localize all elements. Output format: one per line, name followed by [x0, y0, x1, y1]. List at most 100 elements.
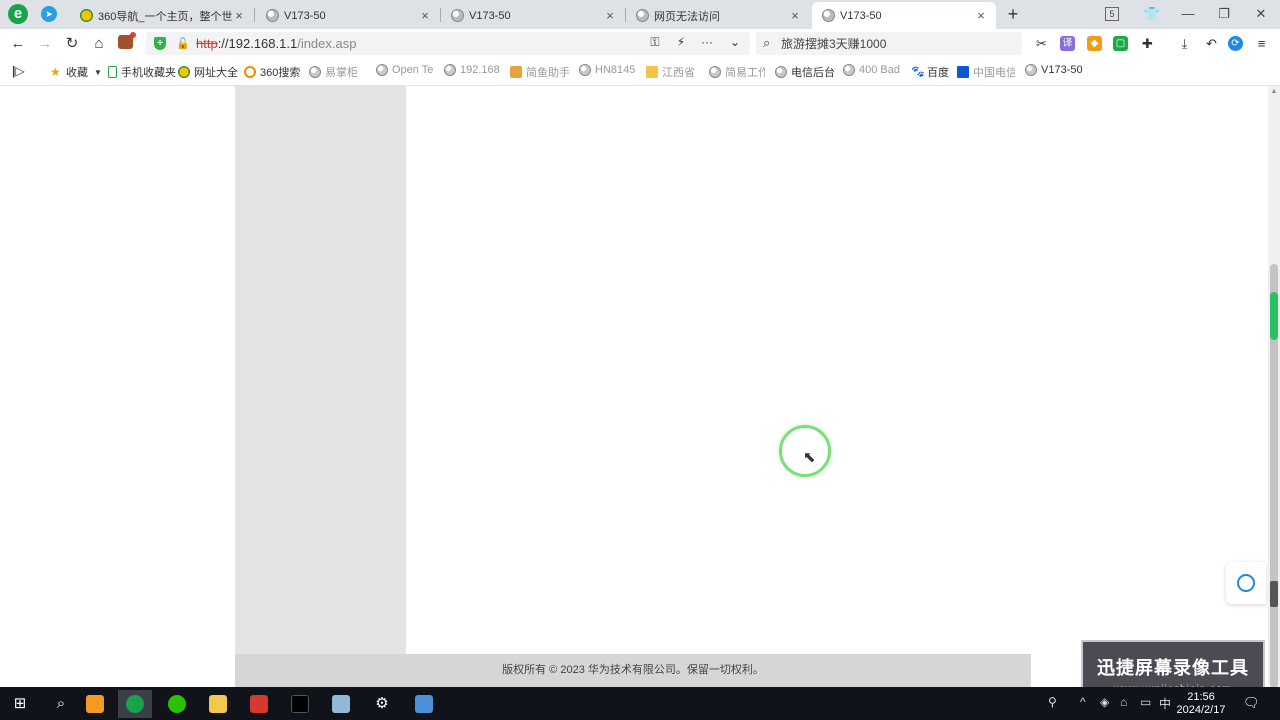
- tray-chevron-icon[interactable]: ^: [1080, 695, 1086, 709]
- forward-button[interactable]: →: [34, 33, 56, 55]
- bookmark-chinatelecom[interactable]: 中国电信: [957, 64, 1015, 80]
- new-tab-button[interactable]: +: [1003, 3, 1023, 25]
- search-icon[interactable]: ⌕: [44, 690, 78, 718]
- puzzle-icon[interactable]: ✚: [1140, 36, 1155, 51]
- reload-button[interactable]: ↻: [61, 33, 83, 55]
- minimize-button[interactable]: —: [1177, 4, 1199, 24]
- volume-icon[interactable]: ▭: [1140, 695, 1151, 709]
- bookmark-yizhanggui[interactable]: 易掌柜: [309, 64, 367, 80]
- tab-close-icon[interactable]: ×: [788, 8, 802, 23]
- remote-desktop-icon[interactable]: [407, 690, 441, 718]
- tab-v173-1[interactable]: V173-50 ×: [256, 2, 440, 29]
- tab-v173-active[interactable]: V173-50 ×: [812, 2, 996, 29]
- bookmark-jianyu[interactable]: 简鱼助手: [510, 64, 570, 80]
- bookmark-400bad[interactable]: 400 Bad: [843, 64, 901, 76]
- paw-icon: 🐾: [911, 66, 925, 78]
- wps-icon[interactable]: [242, 690, 276, 718]
- globe-icon: [266, 9, 279, 22]
- star-icon: ★: [50, 65, 61, 79]
- file-explorer-icon[interactable]: [201, 690, 235, 718]
- tab-360nav[interactable]: 360导航_一个主页，整个世界 ×: [70, 2, 254, 29]
- browser-logo-icon[interactable]: e: [8, 4, 28, 24]
- menu-icon[interactable]: ≡: [1254, 36, 1269, 51]
- app-orange-icon[interactable]: [78, 690, 112, 718]
- scroll-up-icon[interactable]: ▲: [1268, 88, 1280, 95]
- bookmark-hn8145[interactable]: HN8145: [579, 64, 635, 76]
- globe-icon: [636, 9, 649, 22]
- bookmark-label: 简鱼助手: [526, 67, 570, 79]
- bookmark-v173[interactable]: V173-50: [1025, 64, 1083, 76]
- mouse-cursor-icon: ⬉: [803, 449, 816, 466]
- start-button[interactable]: ⊞: [3, 690, 37, 718]
- shield-tray-icon[interactable]: ◈: [1100, 695, 1109, 709]
- translate-extension-icon[interactable]: 译: [1060, 36, 1075, 51]
- bookmark-360search[interactable]: 360搜索: [244, 64, 300, 80]
- bookmark-label: 百度: [927, 67, 949, 79]
- watermark-title: 迅捷屏幕录像工具: [1097, 658, 1249, 678]
- shield-icon[interactable]: +: [154, 37, 166, 50]
- bookmark-telecom-admin[interactable]: 电信后台: [775, 64, 835, 80]
- search-input[interactable]: [781, 35, 1011, 52]
- globe-icon: [843, 64, 855, 76]
- download-icon[interactable]: ⤓: [1177, 36, 1192, 51]
- globe-icon: [444, 64, 456, 76]
- bookmark-nav[interactable]: 网址大全: [178, 64, 238, 80]
- tab-close-icon[interactable]: ×: [418, 8, 432, 23]
- nav360-icon: [80, 9, 93, 22]
- close-window-button[interactable]: ✕: [1250, 4, 1272, 24]
- bookmark-favorites[interactable]: ★ 收藏 ▼: [50, 64, 102, 80]
- network-icon[interactable]: ⌂: [1120, 695, 1127, 709]
- game-extension-icon[interactable]: ◆: [1087, 36, 1102, 51]
- url-text[interactable]: http://192.168.1.1/index.asp: [196, 36, 356, 51]
- taskbar-clock[interactable]: 21:56 2024/2/17: [1176, 691, 1226, 717]
- bookmark-jianyi[interactable]: 简易工作: [709, 64, 765, 80]
- folder-icon: [646, 66, 658, 78]
- browser-taskbar-icon[interactable]: [118, 690, 152, 718]
- back-button[interactable]: ←: [7, 33, 29, 55]
- bookmark-open[interactable]: Open Te: [376, 64, 434, 76]
- person-icon[interactable]: ⚲: [1048, 695, 1057, 709]
- search360-icon: [244, 66, 256, 78]
- more-icon[interactable]: ···: [698, 35, 716, 49]
- bookmark-label: 简易工作: [725, 67, 765, 79]
- skin-icon[interactable]: 👕: [1141, 4, 1163, 24]
- ime-indicator[interactable]: 中: [1159, 695, 1171, 712]
- maximize-button[interactable]: ❐: [1213, 4, 1235, 24]
- settings-gear-icon[interactable]: ⚙: [365, 690, 399, 718]
- floating-assistant-button[interactable]: [1226, 562, 1266, 604]
- telnet-icon[interactable]: [283, 690, 317, 718]
- tab-page-unreachable[interactable]: 网页无法访问 ×: [626, 2, 810, 29]
- bookmark-mobile[interactable]: 手机收藏夹: [108, 64, 176, 80]
- search-box[interactable]: ⌕: [756, 32, 1022, 55]
- key-icon[interactable]: ⚿: [646, 35, 664, 50]
- tab-close-icon[interactable]: ×: [603, 8, 617, 23]
- bookmark-192168[interactable]: 192.168: [444, 64, 500, 76]
- address-bar[interactable]: + 🔓 http://192.168.1.1/index.asp ⚿ ⚡ ···…: [146, 32, 750, 55]
- undo-icon[interactable]: ↶: [1204, 36, 1219, 51]
- search-icon: ⌕: [763, 35, 771, 50]
- globe-icon: [376, 64, 388, 76]
- notepad-icon[interactable]: [324, 690, 358, 718]
- wechat-icon[interactable]: [160, 690, 194, 718]
- tab-strip: e ➤ 360导航_一个主页，整个世界 × V173-50 × V173-50 …: [0, 0, 1280, 29]
- scissors-icon[interactable]: ✂: [1034, 36, 1049, 51]
- insecure-lock-icon[interactable]: 🔓: [176, 37, 190, 50]
- tab-count-badge[interactable]: 5: [1105, 7, 1119, 21]
- bookmark-jiangxi[interactable]: 江西省: [646, 64, 700, 80]
- telegram-icon[interactable]: ➤: [41, 6, 57, 22]
- chevron-down-icon[interactable]: ⌄: [726, 35, 744, 49]
- page-content-area: [406, 86, 1268, 654]
- notification-icon[interactable]: 🗨: [1243, 695, 1260, 711]
- clock-time: 21:56: [1187, 691, 1215, 703]
- tab-v173-2[interactable]: V173-50 ×: [441, 2, 625, 29]
- bookmark-baidu[interactable]: 🐾 百度: [911, 64, 949, 80]
- green-extension-icon[interactable]: ▢: [1113, 36, 1128, 51]
- page-scrollbar[interactable]: ▲: [1268, 86, 1280, 688]
- tab-close-icon[interactable]: ×: [232, 8, 246, 23]
- sync-icon[interactable]: ⟳: [1228, 36, 1243, 51]
- home-button[interactable]: ⌂: [88, 33, 110, 55]
- lightning-icon[interactable]: ⚡: [672, 35, 690, 49]
- bag-extension-icon[interactable]: [118, 32, 136, 49]
- tab-close-icon[interactable]: ×: [974, 8, 988, 23]
- sidebar-toggle-icon[interactable]: |▷: [12, 64, 25, 78]
